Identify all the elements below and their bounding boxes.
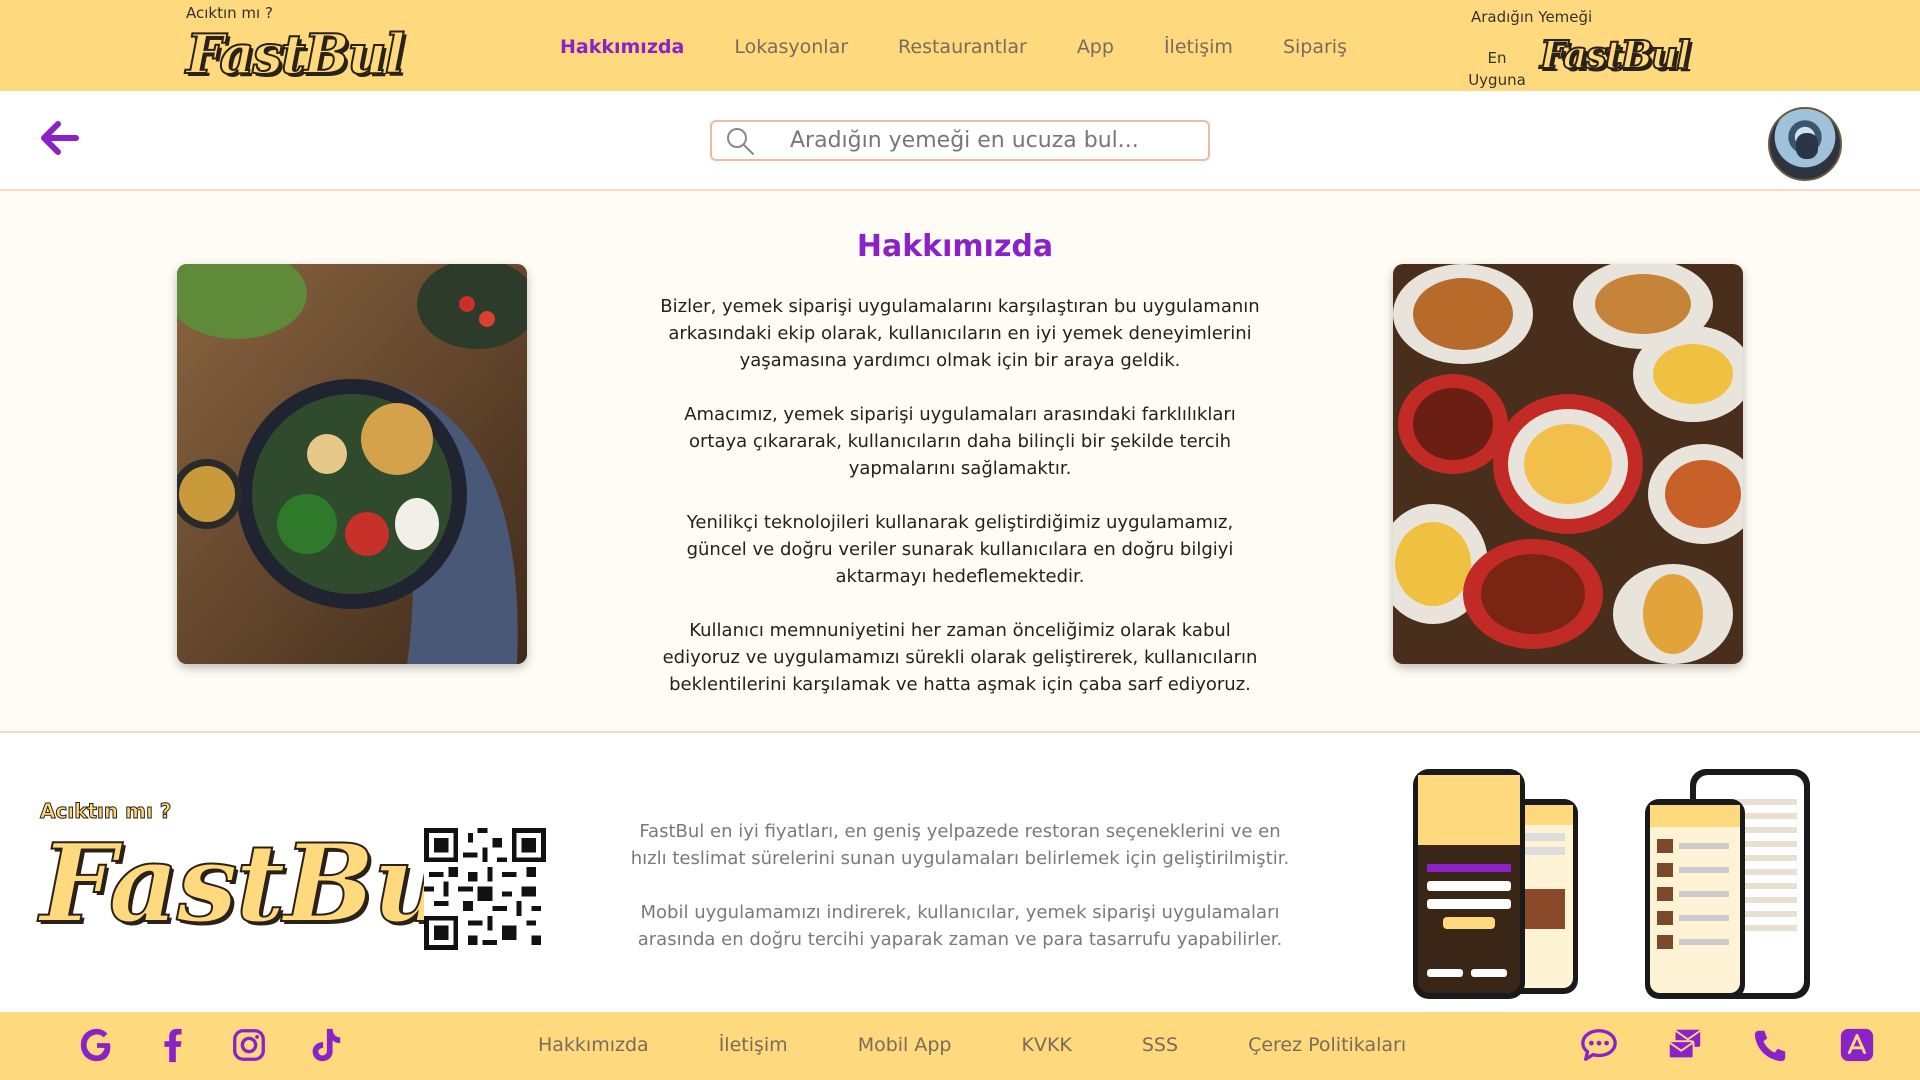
right-tagline: Aradığın Yemeği xyxy=(1471,8,1593,26)
footer-link-mobil-app[interactable]: Mobil App xyxy=(858,1034,952,1056)
search-icon xyxy=(727,127,754,155)
qr-code[interactable] xyxy=(424,828,546,950)
instagram-icon[interactable] xyxy=(230,1026,268,1064)
avatar[interactable] xyxy=(1768,107,1842,181)
footer-info: Acıktın mı ? FastBul FastBul en iyi fiya… xyxy=(0,733,1920,1012)
google-icon[interactable] xyxy=(78,1026,116,1064)
footer-paragraph: FastBul en iyi fiyatları, en geniş yelpa… xyxy=(630,821,1290,869)
footer-logo: FastBul xyxy=(39,820,491,948)
salad-bowl-image xyxy=(177,264,527,664)
logo[interactable]: FastBul xyxy=(185,21,406,87)
main-nav: Hakkımızda Lokasyonlar Restaurantlar App… xyxy=(560,36,1347,58)
mail-icon[interactable] xyxy=(1666,1026,1704,1064)
footer-link-sss[interactable]: SSS xyxy=(1142,1034,1178,1056)
app-store-icon[interactable] xyxy=(1838,1026,1876,1064)
phone-icon[interactable] xyxy=(1752,1026,1790,1064)
top-navbar: Acıktın mı ? FastBul Hakkımızda Lokasyon… xyxy=(0,0,1920,91)
chat-icon[interactable] xyxy=(1580,1026,1618,1064)
footer-description: FastBul en iyi fiyatları, en geniş yelpa… xyxy=(620,818,1300,980)
nav-item-app[interactable]: App xyxy=(1077,36,1114,58)
about-paragraph: Amacımız, yemek siparişi uygulamaları ar… xyxy=(684,404,1236,479)
tagline: Acıktın mı ? xyxy=(186,4,273,22)
right-logo: FastBul xyxy=(1539,31,1692,78)
tiktok-icon[interactable] xyxy=(306,1026,344,1064)
app-screenshot-phones xyxy=(1645,769,1810,999)
facebook-icon[interactable] xyxy=(154,1026,192,1064)
footer-link-kvkk[interactable]: KVKK xyxy=(1021,1034,1071,1056)
about-section: Hakkımızda Bizler, yemek siparişi uygula… xyxy=(0,191,1920,733)
footer-paragraph: Mobil uygulamamızı indirerek, kullanıcıl… xyxy=(637,902,1283,950)
back-arrow-icon[interactable] xyxy=(36,115,82,161)
app-screenshot-phones xyxy=(1413,769,1578,999)
fast-food-image xyxy=(1393,264,1743,664)
about-text: Bizler, yemek siparişi uygulamalarını ka… xyxy=(660,293,1260,725)
contact-links xyxy=(1580,1026,1876,1064)
right-tagline-sub: En Uyguna xyxy=(1468,49,1526,89)
about-paragraph: Yenilikçi teknolojileri kullanarak geliş… xyxy=(686,512,1234,587)
nav-item-siparis[interactable]: Sipariş xyxy=(1283,36,1347,58)
footer-link-hakkimizda[interactable]: Hakkımızda xyxy=(538,1034,649,1056)
search-input[interactable] xyxy=(756,122,1208,159)
nav-item-lokasyonlar[interactable]: Lokasyonlar xyxy=(734,36,848,58)
search-bar[interactable] xyxy=(710,120,1210,161)
nav-item-iletisim[interactable]: İletişim xyxy=(1164,36,1233,58)
footer-link-iletisim[interactable]: İletişim xyxy=(719,1034,788,1056)
search-row xyxy=(0,91,1920,191)
social-links xyxy=(78,1026,344,1064)
about-paragraph: Kullanıcı memnuniyetini her zaman önceli… xyxy=(662,620,1258,695)
nav-item-restaurantlar[interactable]: Restaurantlar xyxy=(898,36,1027,58)
about-paragraph: Bizler, yemek siparişi uygulamalarını ka… xyxy=(660,296,1260,371)
footer-links: Hakkımızda İletişim Mobil App KVKK SSS Ç… xyxy=(538,1034,1406,1056)
page-title: Hakkımızda xyxy=(856,229,1054,264)
nav-item-hakkimizda[interactable]: Hakkımızda xyxy=(560,36,684,58)
bottom-bar: Hakkımızda İletişim Mobil App KVKK SSS Ç… xyxy=(0,1012,1920,1080)
footer-link-cerez[interactable]: Çerez Politikaları xyxy=(1248,1034,1406,1056)
footer-tagline: Acıktın mı ? xyxy=(39,799,172,824)
